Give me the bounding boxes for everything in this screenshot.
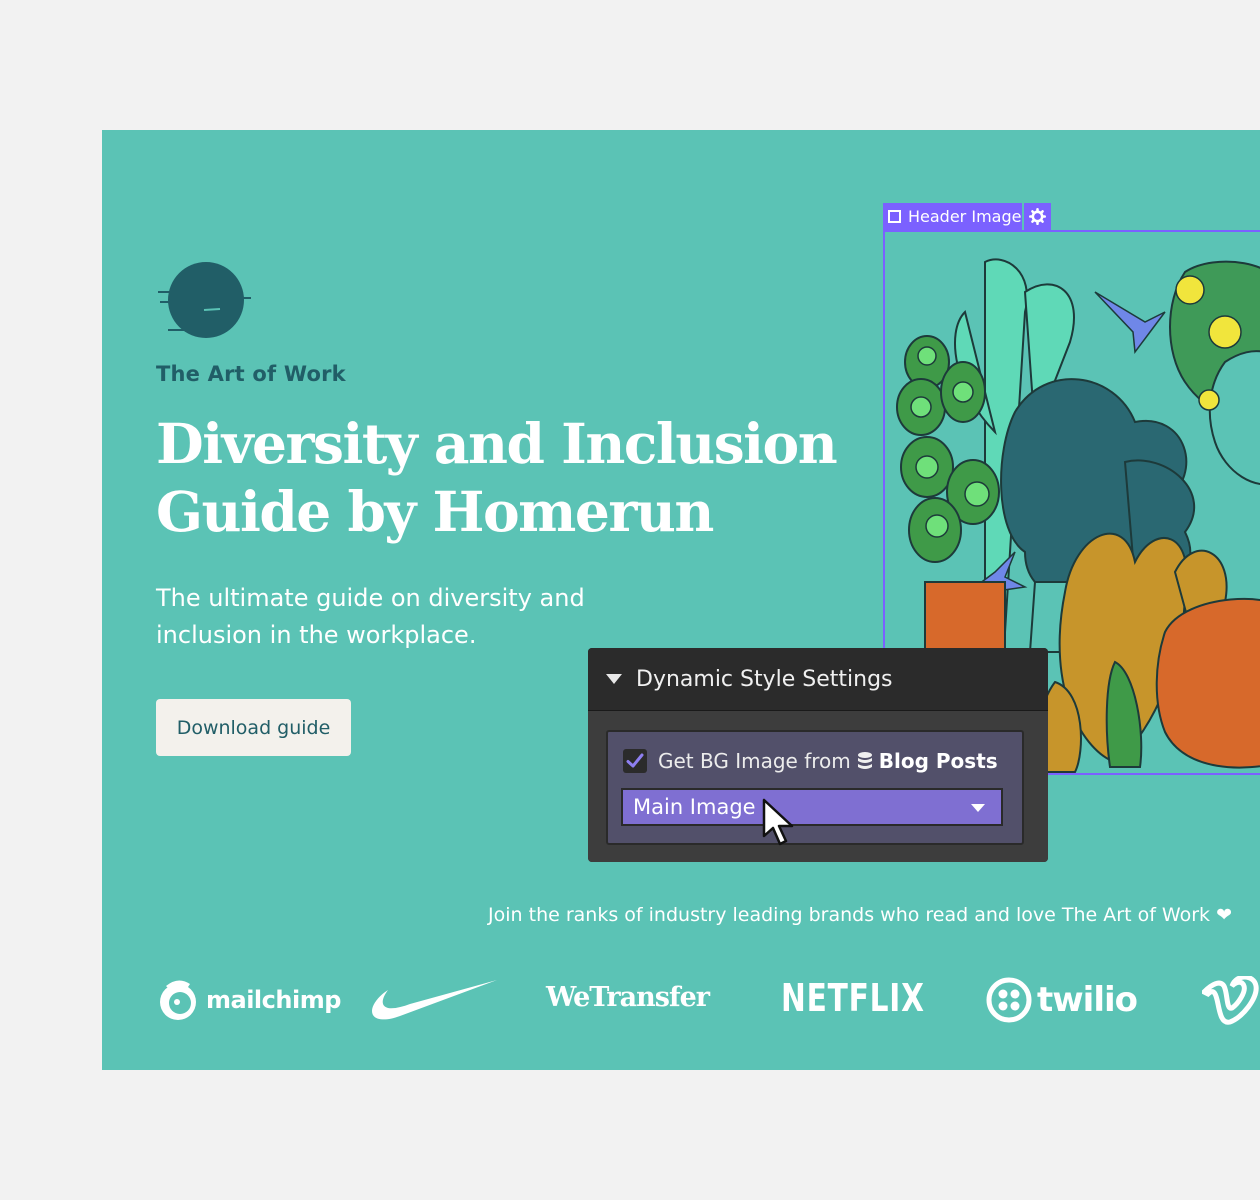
element-square-icon [888,210,901,223]
title-line-1: Diversity and Inclusion [156,411,838,476]
bg-image-settings: Get BG Image from Blog Posts Main Image [606,730,1024,845]
nike-swoosh-icon [372,980,497,1020]
twilio-wordmark: twilio [1037,980,1138,1020]
vimeo-logo [1199,974,1260,1030]
dynamic-style-settings-panel: Dynamic Style Settings Get BG Image from [588,648,1048,862]
select-value: Main Image [633,795,756,819]
panel-title: Dynamic Style Settings [636,666,893,692]
hero-subtitle: The ultimate guide on diversity and incl… [156,584,585,649]
panel-header[interactable]: Dynamic Style Settings [588,648,1048,711]
art-of-work-logo-icon [158,262,251,338]
download-guide-button[interactable]: Download guide [156,699,351,756]
mailchimp-wordmark: mailchimp [206,986,341,1014]
header-image-label-text: Header Image [908,207,1022,226]
netflix-logo: NETFLIX [781,976,925,1020]
vimeo-icon [1199,974,1259,1025]
brands-tagline: Join the ranks of industry leading brand… [488,904,1232,926]
nike-logo [370,978,498,1030]
brand-name: The Art of Work [156,362,346,386]
source-name: Blog Posts [878,749,998,773]
twilio-logo: twilio [986,977,1138,1023]
mouse-pointer-icon [762,798,794,846]
collapse-triangle-icon[interactable] [606,674,622,684]
database-icon [857,751,873,771]
mailchimp-icon [160,980,196,1020]
bg-image-checkbox-row[interactable]: Get BG Image from Blog Posts [623,749,998,773]
chevron-down-icon [971,804,985,812]
panel-body: Get BG Image from Blog Posts Main Image [588,711,1048,862]
gear-icon[interactable] [1022,203,1051,230]
page-title: Diversity and Inclusion Guide by Homerun [156,410,856,546]
hero-section: The Art of Work Diversity and Inclusion … [102,130,1260,1070]
title-line-2: Guide by Homerun [156,479,714,544]
checkmark-icon [626,753,644,768]
mailchimp-logo: mailchimp [156,976,341,1024]
image-field-select[interactable]: Main Image [621,788,1003,826]
twilio-icon [986,977,1032,1023]
wetransfer-logo: WeTransfer [546,982,710,1013]
checkbox-label: Get BG Image from [658,749,851,773]
header-image-label[interactable]: Header Image [883,203,1028,230]
bg-image-checkbox[interactable] [623,749,647,773]
